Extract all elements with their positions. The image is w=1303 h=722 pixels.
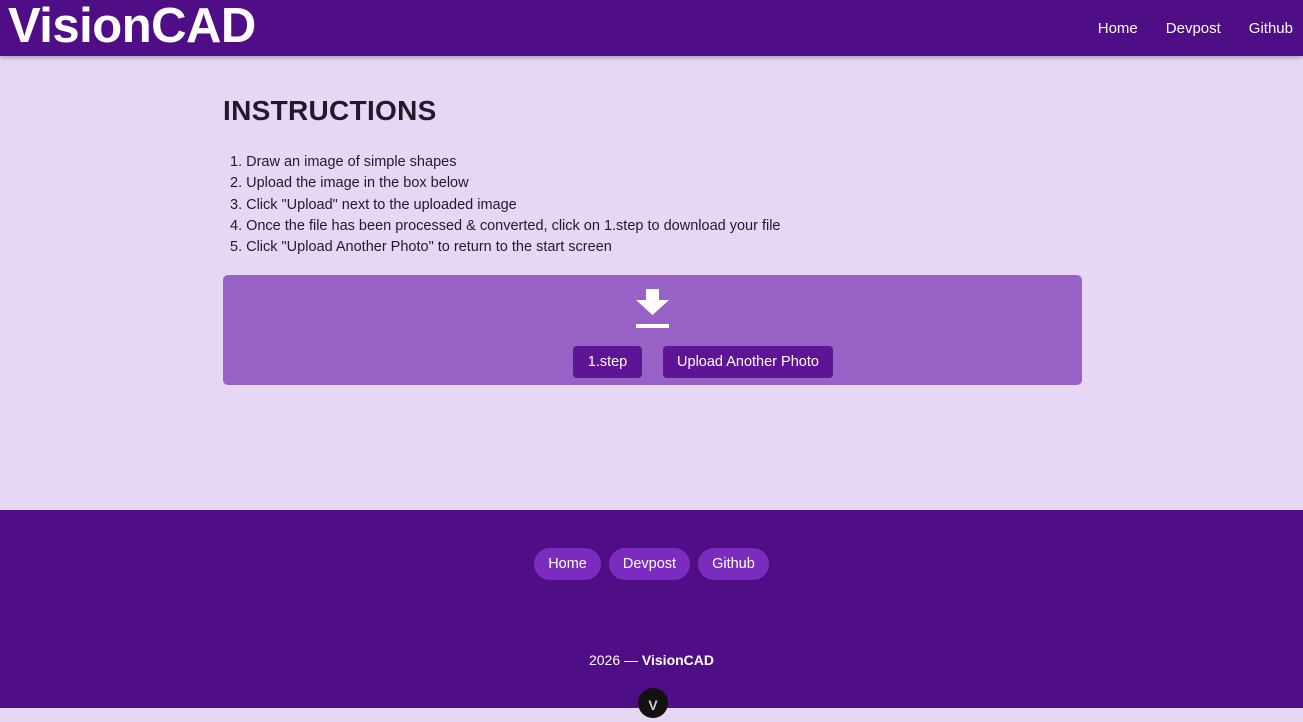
step-number: 4. bbox=[230, 217, 243, 234]
footer-github-link[interactable]: Github bbox=[698, 548, 769, 580]
list-item: 2. Upload the image in the box below bbox=[230, 173, 781, 194]
list-item: 5. Click "Upload Another Photo" to return… bbox=[230, 237, 781, 258]
step-text: Click "Upload" next to the uploaded imag… bbox=[246, 196, 517, 213]
nav-home-link[interactable]: Home bbox=[1098, 20, 1138, 37]
download-step-file-button[interactable]: 1.step bbox=[573, 346, 642, 378]
brand-logo[interactable]: VisionCAD bbox=[8, 0, 256, 54]
step-number: 5. bbox=[230, 239, 243, 256]
nav-devpost-link[interactable]: Devpost bbox=[1166, 20, 1221, 37]
step-number: 3. bbox=[230, 196, 243, 213]
download-icon[interactable] bbox=[635, 289, 670, 329]
footer-devpost-link[interactable]: Devpost bbox=[608, 548, 691, 580]
upload-another-photo-button[interactable]: Upload Another Photo bbox=[663, 346, 833, 378]
main-content: INSTRUCTIONS 1. Draw an image of simple s… bbox=[0, 56, 1303, 510]
nav-links: Home Devpost Github bbox=[1070, 0, 1293, 56]
instructions-list: 1. Draw an image of simple shapes 2. Uploa… bbox=[230, 152, 781, 258]
copyright: 2026 — VisionCAD bbox=[0, 652, 1303, 668]
footer-links: Home Devpost Github bbox=[0, 548, 1303, 580]
step-text: Click "Upload Another Photo" to return t… bbox=[246, 239, 612, 256]
page-title: INSTRUCTIONS bbox=[223, 95, 437, 126]
footer: Home Devpost Github 2026 — VisionCAD V bbox=[0, 510, 1303, 718]
copyright-brand: VisionCAD bbox=[641, 652, 715, 668]
copyright-year: 2026 — bbox=[588, 652, 639, 668]
v-badge-icon[interactable]: V bbox=[638, 688, 668, 718]
footer-home-link[interactable]: Home bbox=[534, 548, 601, 580]
list-item: 4. Once the file has been processed & con… bbox=[230, 216, 781, 237]
step-text: Once the file has been processed & conve… bbox=[246, 217, 781, 234]
step-text: Upload the image in the box below bbox=[246, 175, 469, 192]
list-item: 1. Draw an image of simple shapes bbox=[230, 152, 781, 173]
upload-result-box: 1.step Upload Another Photo bbox=[223, 275, 1082, 385]
nav-github-link[interactable]: Github bbox=[1249, 20, 1293, 37]
step-text: Draw an image of simple shapes bbox=[246, 154, 457, 170]
step-number: 1. bbox=[230, 154, 243, 170]
step-number: 2. bbox=[230, 175, 243, 192]
list-item: 3. Click "Upload" next to the uploaded im… bbox=[230, 195, 781, 216]
top-navbar: VisionCAD Home Devpost Github bbox=[0, 0, 1303, 56]
